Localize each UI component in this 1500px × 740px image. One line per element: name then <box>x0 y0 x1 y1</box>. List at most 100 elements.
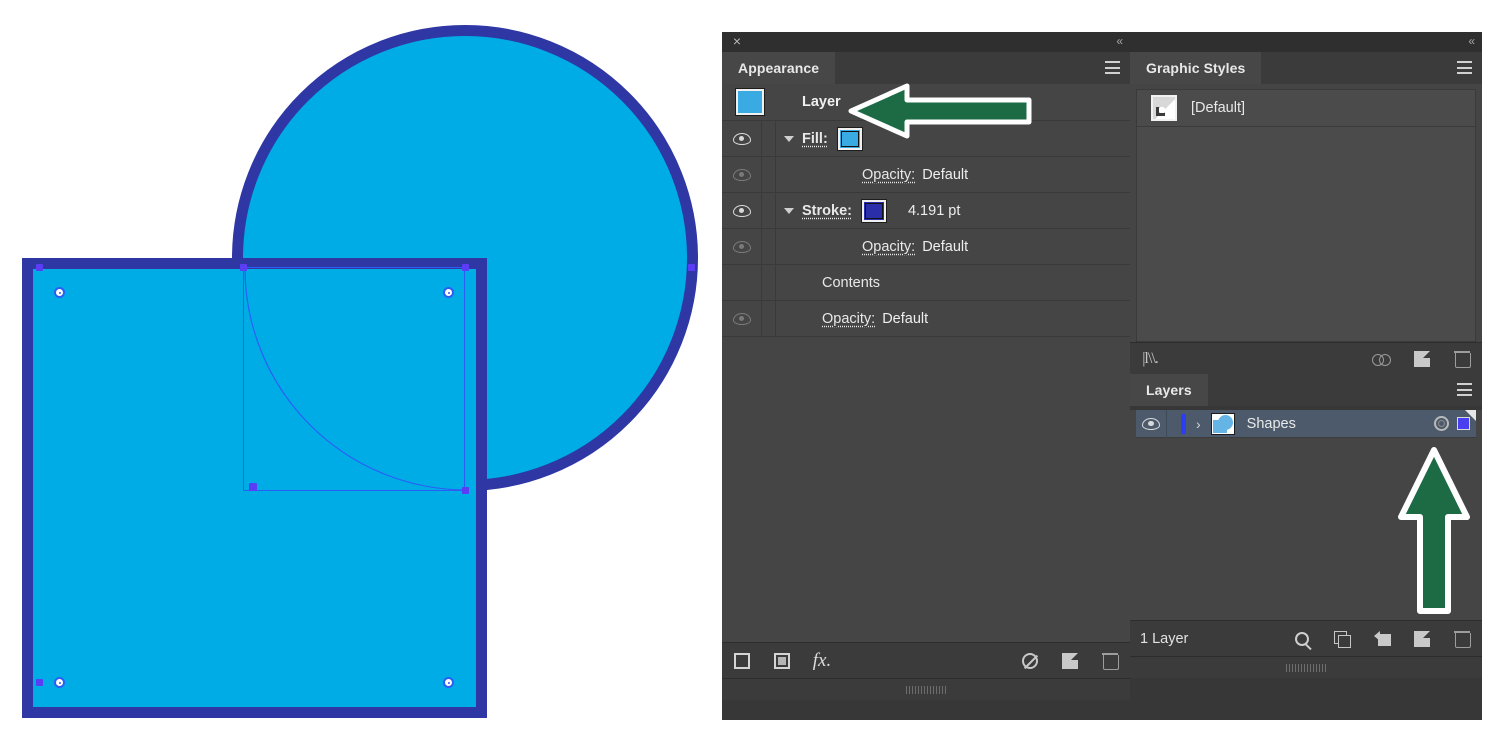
appearance-tabstrip: Appearance <box>722 52 1130 84</box>
visibility-toggle-stroke[interactable] <box>722 193 762 228</box>
row-divider <box>762 157 776 192</box>
stroke-weight-value[interactable]: 4.191 pt <box>908 203 960 219</box>
graphic-styles-panel-body: [Default] <box>1130 84 1482 342</box>
panel-menu-icon[interactable] <box>1105 61 1120 74</box>
eye-icon <box>732 204 751 217</box>
disclosure-triangle-stroke[interactable] <box>776 207 802 214</box>
graphic-style-default[interactable]: [Default] <box>1137 90 1475 127</box>
corner-radius-widget-top-left[interactable] <box>54 287 65 298</box>
stroke-color-swatch[interactable] <box>860 198 887 223</box>
add-new-effect-button[interactable]: fx. <box>802 643 842 679</box>
clear-appearance-button[interactable] <box>1010 643 1050 679</box>
annotation-arrow-up <box>1398 447 1470 614</box>
visibility-toggle-object-opacity[interactable] <box>722 301 762 336</box>
duplicate-selected-item-button[interactable] <box>1050 643 1090 679</box>
square-outline-icon <box>734 652 750 669</box>
panel-menu-icon[interactable] <box>1457 383 1472 396</box>
row-divider <box>762 265 776 300</box>
layer-name-label[interactable]: Shapes <box>1247 416 1296 432</box>
corner-radius-widget-top-right[interactable] <box>443 287 454 298</box>
target-indicator-icon[interactable] <box>1434 416 1449 431</box>
appearance-panel-body: Layer Fill: Opacity: Default Stroke: 4.1… <box>722 84 1130 700</box>
annotation-arrow-left <box>848 83 1032 139</box>
collapse-panel-icon[interactable]: « <box>1116 34 1123 48</box>
tab-graphic-styles[interactable]: Graphic Styles <box>1130 52 1262 84</box>
appearance-row-contents-label: Contents <box>822 274 881 291</box>
anchor-point-top-right[interactable] <box>462 264 469 271</box>
eye-icon <box>732 168 751 181</box>
appearance-row-fill-opacity-value: Default <box>922 166 969 183</box>
trash-icon <box>1454 350 1471 368</box>
visibility-cell-empty <box>722 265 762 300</box>
appearance-row-fill-opacity[interactable]: Opacity: Default <box>722 157 1130 193</box>
artboard-canvas[interactable] <box>0 0 720 740</box>
disclosure-triangle-fill[interactable] <box>776 135 802 142</box>
layer-thumbnail <box>735 88 765 116</box>
appearance-row-fill-opacity-label[interactable]: Opacity: <box>862 167 915 183</box>
anchor-point-bottom-left[interactable] <box>36 679 43 686</box>
appearance-row-stroke-opacity[interactable]: Opacity: Default <box>722 229 1130 265</box>
two-squares-icon <box>1334 630 1351 648</box>
chevron-right-icon[interactable]: › <box>1196 416 1201 432</box>
add-new-fill-button[interactable] <box>762 643 802 679</box>
tab-layers-label: Layers <box>1146 382 1192 398</box>
create-new-sublayer-button[interactable] <box>1362 621 1402 657</box>
eye-icon <box>732 312 751 325</box>
delete-graphic-style-button[interactable] <box>1442 341 1482 377</box>
add-new-stroke-button[interactable] <box>722 643 762 679</box>
visibility-toggle-stroke-opacity[interactable] <box>722 229 762 264</box>
library-icon: |l\\. <box>1142 349 1159 367</box>
tabstrip-filler <box>1261 52 1482 84</box>
appearance-panel-resize-grip[interactable] <box>722 678 1130 700</box>
layer-row-divider <box>1166 409 1167 438</box>
tab-appearance[interactable]: Appearance <box>722 52 836 84</box>
close-icon[interactable]: × <box>730 34 744 48</box>
visibility-toggle-fill-opacity[interactable] <box>722 157 762 192</box>
graphic-style-label: [Default] <box>1191 100 1245 116</box>
collapse-panel-icon[interactable]: « <box>1468 34 1475 48</box>
create-new-layer-button[interactable] <box>1402 621 1442 657</box>
duplicate-icon <box>1414 350 1430 367</box>
graphic-styles-list[interactable]: [Default] <box>1136 89 1476 342</box>
trash-icon <box>1454 630 1471 648</box>
anchor-point-bottom-mid[interactable] <box>462 487 469 494</box>
eye-icon <box>732 240 751 253</box>
appearance-row-contents[interactable]: Contents <box>722 265 1130 301</box>
corner-radius-widget-bottom-left[interactable] <box>54 677 65 688</box>
tab-layers[interactable]: Layers <box>1130 374 1208 406</box>
new-graphic-style-button[interactable] <box>1402 341 1442 377</box>
appearance-target-title: Layer <box>802 94 841 110</box>
layers-panel-resize-grip[interactable] <box>1130 656 1482 678</box>
layer-visibility-toggle[interactable] <box>1136 417 1166 430</box>
appearance-row-fill-label: Fill: <box>802 130 828 147</box>
trash-icon <box>1102 652 1119 670</box>
locate-object-button[interactable] <box>1282 621 1322 657</box>
anchor-point-right-mid[interactable] <box>688 264 695 271</box>
panel-menu-icon[interactable] <box>1457 61 1472 74</box>
row-divider <box>762 301 776 336</box>
graphic-styles-libraries-button[interactable]: |l\\. <box>1130 341 1170 377</box>
layers-tabstrip: Layers <box>1130 374 1482 406</box>
delete-selected-item-button[interactable] <box>1090 643 1130 679</box>
make-clipping-mask-button[interactable] <box>1322 621 1362 657</box>
appearance-row-object-opacity[interactable]: Opacity: Default <box>722 301 1130 337</box>
graphic-styles-panel-footer: |l\\. <box>1130 342 1482 374</box>
duplicate-icon <box>1414 630 1430 647</box>
row-divider <box>762 121 776 156</box>
anchor-point-top-left[interactable] <box>36 264 43 271</box>
appearance-row-stroke-label[interactable]: Stroke: <box>802 203 852 219</box>
layer-color-indicator <box>1181 413 1186 434</box>
eye-icon <box>732 132 751 145</box>
layer-row-shapes[interactable]: › Shapes <box>1136 409 1476 438</box>
appearance-row-object-opacity-label[interactable]: Opacity: <box>822 311 875 327</box>
visibility-toggle-fill[interactable] <box>722 121 762 156</box>
layer-count-label: 1 Layer <box>1140 630 1189 647</box>
corner-radius-widget-bottom-right[interactable] <box>443 677 454 688</box>
appearance-row-stroke-opacity-label[interactable]: Opacity: <box>862 239 915 255</box>
layer-corner-marker <box>1465 410 1476 421</box>
row-divider <box>762 229 776 264</box>
delete-selection-button[interactable] <box>1442 621 1482 657</box>
anchor-point-top-mid[interactable] <box>240 264 247 271</box>
break-link-to-graphic-style-button[interactable] <box>1362 341 1402 377</box>
appearance-row-stroke[interactable]: Stroke: 4.191 pt <box>722 193 1130 229</box>
